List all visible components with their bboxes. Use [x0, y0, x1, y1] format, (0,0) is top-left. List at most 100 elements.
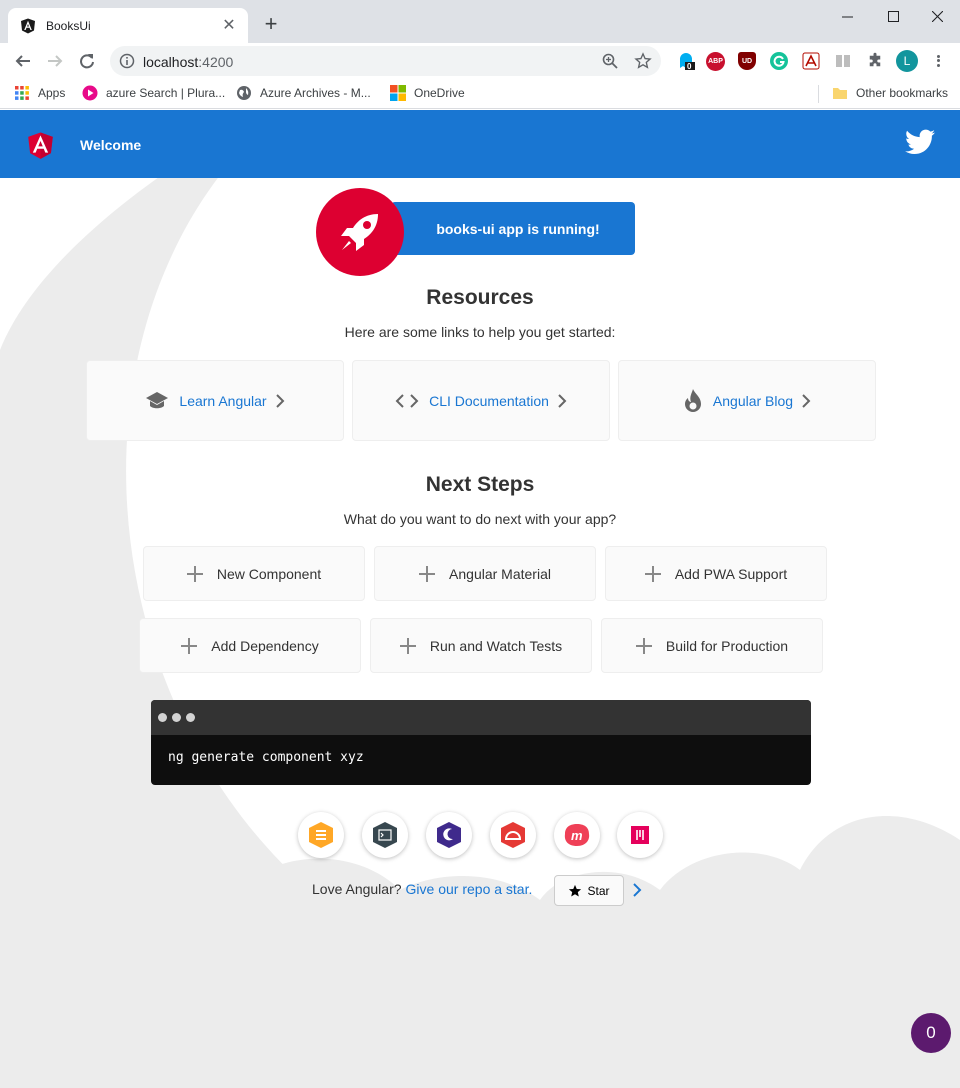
- animations-link[interactable]: [298, 812, 344, 858]
- plus-icon: [399, 637, 416, 654]
- new-tab-icon[interactable]: +: [258, 12, 284, 36]
- plus-icon: [181, 637, 198, 654]
- step-run-watch-tests[interactable]: Run and Watch Tests: [370, 618, 592, 673]
- bookmarks-bar: Apps azure Search | Plura... Azure Archi…: [0, 79, 960, 109]
- bookmark-apps[interactable]: Apps: [14, 85, 65, 101]
- chevron-right-icon: [801, 393, 811, 408]
- bookmark-onedrive[interactable]: OneDrive: [390, 85, 465, 101]
- resources-title: Resources: [426, 286, 534, 309]
- chevron-right-icon: [557, 393, 567, 408]
- meetup-icon: m: [564, 824, 590, 846]
- extensions-puzzle-icon[interactable]: [866, 52, 884, 70]
- terminal-panel: ng generate component xyz: [151, 700, 811, 785]
- step-add-dependency[interactable]: Add Dependency: [139, 618, 361, 673]
- bookmark-label: OneDrive: [414, 86, 465, 100]
- pluralsight-icon: [82, 85, 98, 101]
- url-text: localhost:4200: [143, 54, 233, 70]
- protractor-link[interactable]: [490, 812, 536, 858]
- tab-strip: BooksUi ✕ +: [0, 0, 960, 43]
- browser-tab[interactable]: BooksUi ✕: [8, 8, 248, 43]
- step-add-pwa-support[interactable]: Add PWA Support: [605, 546, 827, 601]
- bookmarks-divider: [818, 85, 819, 103]
- meetup-link[interactable]: m: [554, 812, 600, 858]
- minimize-icon[interactable]: [824, 0, 870, 32]
- other-bookmarks-label: Other bookmarks: [856, 86, 949, 100]
- step-label: Angular Material: [449, 565, 551, 582]
- cli-documentation-card[interactable]: CLI Documentation: [352, 360, 610, 441]
- discord-icon: [631, 826, 649, 844]
- globe-icon: [237, 86, 251, 100]
- learn-angular-card[interactable]: Learn Angular: [86, 360, 344, 441]
- other-bookmarks[interactable]: Other bookmarks: [832, 85, 948, 101]
- flame-icon: [683, 388, 703, 413]
- bookmark-star-icon[interactable]: [634, 52, 652, 70]
- graduation-cap-icon: [145, 391, 169, 411]
- love-angular: Love Angular? Give our repo a star.: [312, 881, 532, 897]
- bookmark-label: azure Search | Plura...: [106, 86, 226, 100]
- plus-icon: [644, 565, 661, 582]
- back-icon[interactable]: [10, 48, 36, 74]
- chevron-right-icon[interactable]: [632, 882, 642, 898]
- reader-icon[interactable]: [834, 52, 852, 70]
- step-angular-material[interactable]: Angular Material: [374, 546, 596, 601]
- ublock-icon[interactable]: UD: [738, 52, 756, 70]
- bookmark-label: Apps: [38, 86, 66, 100]
- tab-close-icon[interactable]: ✕: [220, 17, 238, 35]
- chevron-right-icon: [275, 393, 285, 408]
- card-label: CLI Documentation: [429, 392, 549, 409]
- site-info-icon[interactable]: [119, 53, 135, 69]
- bookmark-label: Azure Archives - M...: [260, 86, 371, 100]
- plus-icon: [635, 637, 652, 654]
- star-button[interactable]: Star: [554, 875, 624, 906]
- zoom-icon[interactable]: [602, 53, 618, 69]
- ghostery-icon[interactable]: 0: [677, 52, 695, 71]
- tab-title: BooksUi: [46, 18, 91, 33]
- reload-icon[interactable]: [74, 48, 100, 74]
- card-label: Learn Angular: [179, 392, 267, 409]
- angular-favicon-icon: [21, 18, 35, 33]
- browser-menu-icon[interactable]: [930, 51, 946, 71]
- augury-link[interactable]: [426, 812, 472, 858]
- next-steps-title: Next Steps: [425, 473, 535, 496]
- twitter-icon[interactable]: [905, 129, 935, 155]
- step-label: New Component: [216, 565, 322, 582]
- repo-star-link[interactable]: Give our repo a star.: [406, 881, 533, 897]
- notification-badge[interactable]: 0: [911, 1013, 951, 1053]
- card-label: Angular Blog: [712, 392, 794, 409]
- step-build-production[interactable]: Build for Production: [601, 618, 823, 673]
- maximize-icon[interactable]: [870, 0, 916, 32]
- microsoft-icon: [390, 85, 406, 101]
- discord-link[interactable]: [617, 812, 663, 858]
- folder-icon: [833, 88, 847, 99]
- running-text: books-ui app is running!: [436, 220, 600, 237]
- page-viewport: Welcome books-ui app is running! Resourc…: [0, 110, 960, 1088]
- cli-link[interactable]: [362, 812, 408, 858]
- badge-count: 0: [926, 1023, 936, 1042]
- ublock-label: UD: [741, 57, 753, 65]
- grammarly-icon[interactable]: [770, 52, 788, 70]
- forward-icon[interactable]: [42, 48, 68, 74]
- bookmark-pluralsight[interactable]: azure Search | Plura...: [82, 85, 225, 101]
- browser-toolbar: localhost:4200 0 ABP UD L: [0, 43, 960, 79]
- animations-icon: [309, 822, 333, 848]
- acrobat-icon[interactable]: [802, 52, 820, 70]
- app-running-banner: books-ui app is running!: [391, 202, 635, 255]
- code-brackets-icon: [395, 393, 419, 409]
- bookmark-azure-archives[interactable]: Azure Archives - M...: [236, 85, 371, 101]
- header-title: Welcome: [80, 137, 142, 153]
- rocket-icon: [316, 188, 404, 276]
- angular-logo-icon: [28, 132, 53, 159]
- step-new-component[interactable]: New Component: [143, 546, 365, 601]
- window-close-icon[interactable]: [914, 0, 960, 32]
- svg-text:m: m: [571, 828, 583, 843]
- profile-avatar[interactable]: L: [896, 50, 918, 72]
- step-label: Build for Production: [665, 637, 789, 654]
- adblock-icon[interactable]: ABP: [706, 52, 725, 71]
- next-steps-subtitle: What do you want to do next with your ap…: [343, 511, 617, 527]
- love-text: Love Angular?: [312, 881, 402, 897]
- terminal-titlebar: [151, 700, 811, 735]
- protractor-icon: [501, 822, 525, 848]
- url-port: :4200: [198, 54, 234, 70]
- address-bar[interactable]: localhost:4200: [110, 46, 661, 76]
- angular-blog-card[interactable]: Angular Blog: [618, 360, 876, 441]
